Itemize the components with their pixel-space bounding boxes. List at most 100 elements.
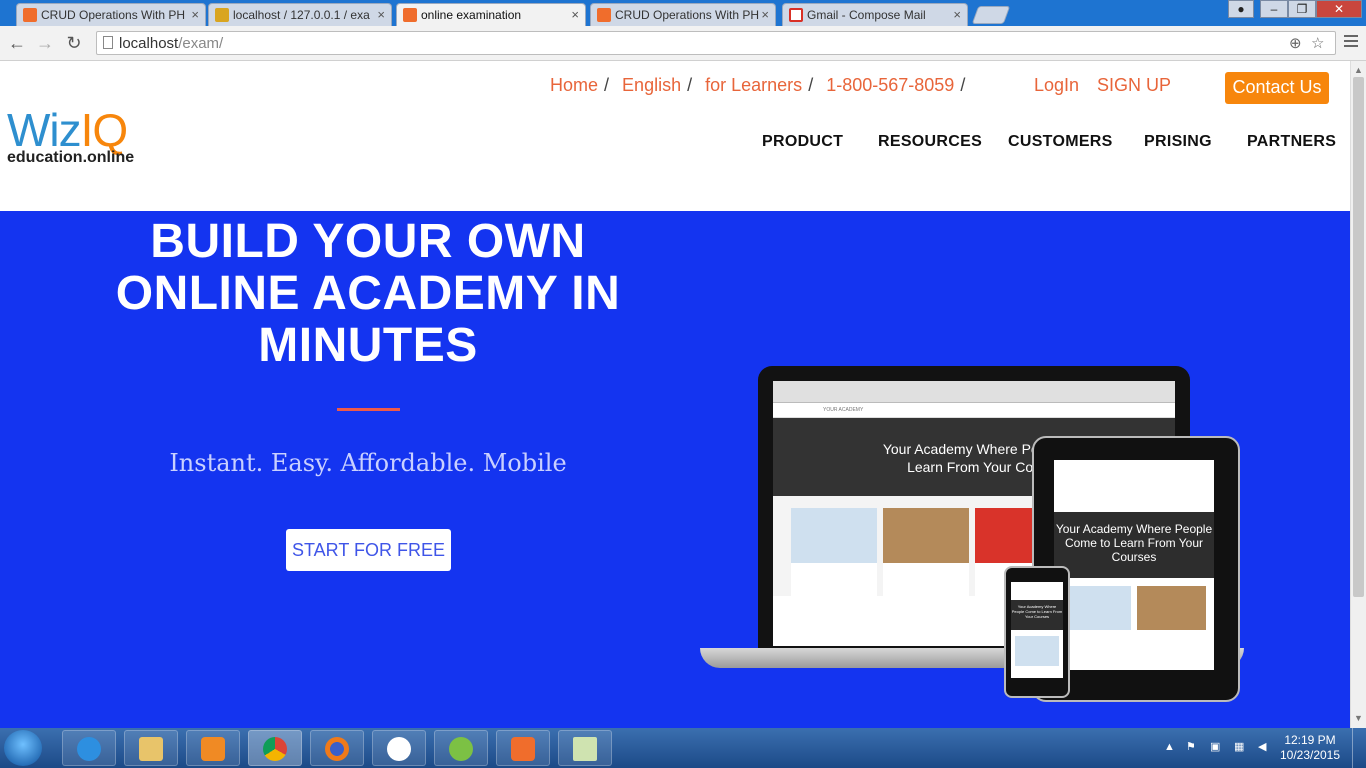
contact-us-button[interactable]: Contact Us [1225, 72, 1329, 104]
taskbar-yandex[interactable] [372, 730, 426, 766]
network-icon[interactable]: ▣ [1210, 740, 1220, 753]
tab-title: CRUD Operations With PH [615, 8, 760, 22]
bookmark-star-icon[interactable]: ☆ [1311, 34, 1324, 52]
system-clock[interactable]: 12:19 PM 10/23/2015 [1278, 733, 1342, 763]
tablet-screen: Your Academy Where People Come to Learn … [1054, 460, 1214, 670]
mock-browser-bar [773, 381, 1175, 403]
media-player-icon [201, 737, 225, 761]
tab-title: CRUD Operations With PH [41, 8, 186, 22]
mock-card [791, 508, 877, 602]
taskbar-internet-explorer[interactable] [62, 730, 116, 766]
scroll-thumb[interactable] [1353, 77, 1364, 597]
mock-nav: YOUR ACADEMY [773, 403, 1175, 418]
tab-crud-1[interactable]: CRUD Operations With PH × [16, 3, 206, 26]
separator: / [808, 75, 814, 95]
hero-divider [337, 408, 400, 411]
phpmyadmin-favicon-icon [215, 8, 229, 22]
tablet-hero: Your Academy Where People Come to Learn … [1054, 512, 1214, 578]
close-icon[interactable]: × [761, 4, 769, 26]
tab-phpmyadmin[interactable]: localhost / 127.0.0.1 / exa × [208, 3, 392, 26]
tab-online-examination[interactable]: online examination × [396, 3, 586, 26]
separator: / [604, 75, 610, 95]
site-header: Home / English / for Learners / 1-800-567-8… [0, 61, 1350, 211]
close-icon[interactable]: × [377, 4, 385, 26]
scroll-up-arrow-icon[interactable]: ▲ [1354, 65, 1363, 75]
hero-title: BUILD YOUR OWN ONLINE ACADEMY IN MINUTES [90, 216, 646, 372]
volume-icon[interactable]: ◀ [1258, 740, 1266, 753]
tab-gmail[interactable]: Gmail - Compose Mail × [782, 3, 968, 26]
tab-title: Gmail - Compose Mail [807, 8, 926, 22]
hero-subtitle: Instant. Easy. Affordable. Mobile [169, 449, 567, 477]
gmail-favicon-icon [789, 8, 803, 22]
top-links: Home / English / for Learners / 1-800-567-8… [550, 75, 973, 96]
close-icon[interactable]: × [191, 4, 199, 26]
mock-card [883, 508, 969, 602]
taskbar-firefox[interactable] [310, 730, 364, 766]
tab-crud-2[interactable]: CRUD Operations With PH × [590, 3, 776, 26]
hero-title-line: BUILD YOUR OWN [150, 215, 586, 268]
signup-link[interactable]: SIGN UP [1097, 75, 1171, 96]
taskbar-dreamweaver[interactable] [434, 730, 488, 766]
firefox-icon [325, 737, 349, 761]
chrome-menu-icon[interactable] [1344, 35, 1358, 50]
taskbar-notepad[interactable] [558, 730, 612, 766]
phone-hero: Your Academy Where People Come to Learn … [1011, 600, 1063, 630]
windows-taskbar: ▲ ⚑ ▣ ▦ ◀ 12:19 PM 10/23/2015 [0, 728, 1366, 768]
url-host: localhost [119, 35, 179, 52]
forward-arrow-icon[interactable]: → [34, 32, 56, 54]
scroll-down-arrow-icon[interactable]: ▼ [1354, 713, 1363, 723]
language-link[interactable]: English [622, 75, 681, 95]
minimize-button[interactable]: – [1260, 0, 1288, 18]
yandex-icon [387, 737, 411, 761]
dreamweaver-icon [449, 737, 473, 761]
zoom-icon[interactable]: ⊕ [1289, 34, 1302, 52]
web-page: Home / English / for Learners / 1-800-567-8… [0, 61, 1350, 728]
wiziq-logo[interactable]: WizIQ education.online [7, 107, 134, 167]
show-hidden-icons-icon[interactable]: ▲ [1164, 741, 1175, 753]
xampp-favicon-icon [403, 8, 417, 22]
taskbar-xampp[interactable] [496, 730, 550, 766]
windows-start-icon[interactable] [4, 730, 42, 766]
taskbar-media-player[interactable] [186, 730, 240, 766]
browser-toolbar: ← → ↻ localhost/exam/ ⊕ ☆ [0, 26, 1366, 61]
mock-card [1137, 586, 1206, 630]
nav-partners[interactable]: PARTNERS [1247, 133, 1336, 151]
nav-prising[interactable]: PRISING [1144, 133, 1212, 151]
page-icon [103, 36, 113, 49]
home-link[interactable]: Home [550, 75, 598, 95]
close-icon[interactable]: × [953, 4, 961, 26]
maximize-button[interactable]: ❐ [1288, 0, 1316, 18]
tab-title: online examination [421, 8, 522, 22]
signal-icon[interactable]: ▦ [1234, 740, 1244, 753]
mock-card [1015, 636, 1059, 666]
xampp-favicon-icon [597, 8, 611, 22]
nav-resources[interactable]: RESOURCES [878, 133, 982, 151]
reload-icon[interactable]: ↻ [63, 32, 85, 54]
xampp-icon [511, 737, 535, 761]
action-center-icon[interactable]: ⚑ [1186, 740, 1196, 753]
nav-product[interactable]: PRODUCT [762, 133, 843, 151]
mock-card [1062, 586, 1131, 630]
taskbar-file-explorer[interactable] [124, 730, 178, 766]
close-icon[interactable]: × [571, 4, 579, 26]
page-scrollbar[interactable]: ▲ ▼ [1350, 61, 1366, 728]
show-desktop-button[interactable] [1352, 728, 1366, 768]
clock-date: 10/23/2015 [1279, 748, 1341, 762]
new-tab-button[interactable] [971, 6, 1011, 24]
start-for-free-button[interactable]: START FOR FREE [286, 529, 451, 571]
separator: / [687, 75, 693, 95]
tab-title: localhost / 127.0.0.1 / exa [233, 8, 370, 22]
phone-screen: Your Academy Where People Come to Learn … [1011, 582, 1063, 678]
notepad-icon [573, 737, 597, 761]
close-window-button[interactable]: ✕ [1316, 0, 1362, 18]
learners-link[interactable]: for Learners [705, 75, 802, 95]
folder-icon [139, 737, 163, 761]
taskbar-chrome[interactable] [248, 730, 302, 766]
nav-customers[interactable]: CUSTOMERS [1008, 133, 1113, 151]
back-arrow-icon[interactable]: ← [6, 32, 28, 54]
login-link[interactable]: LogIn [1034, 75, 1079, 96]
address-bar[interactable]: localhost/exam/ ⊕ ☆ [96, 31, 1336, 55]
chrome-icon [263, 737, 287, 761]
phone-link[interactable]: 1-800-567-8059 [826, 75, 954, 95]
user-icon[interactable]: ● [1228, 0, 1254, 18]
